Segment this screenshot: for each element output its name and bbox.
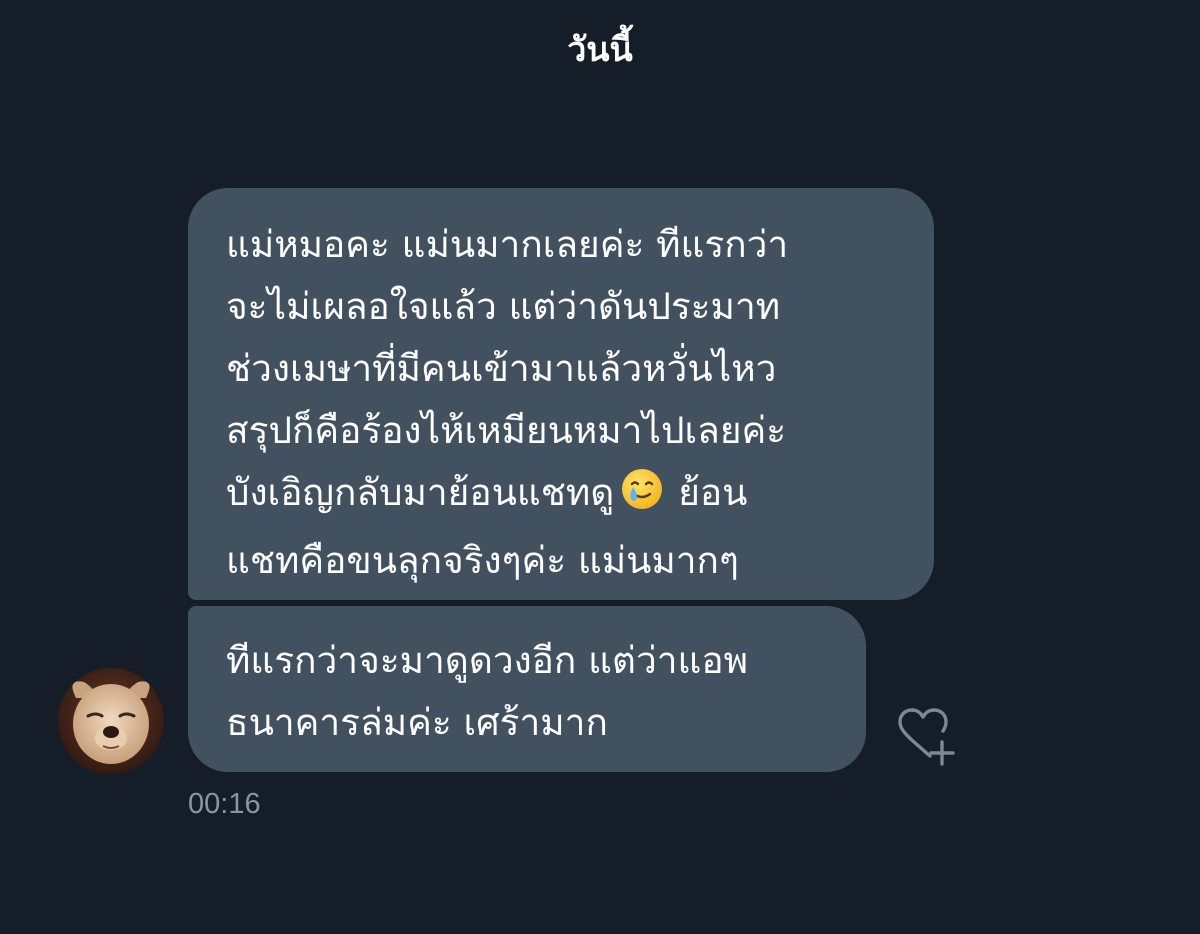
message-bubble[interactable]: แม่หมอคะ แม่นมากเลยค่ะ ทีแรกว่า จะไม่เผล… bbox=[188, 188, 934, 600]
message-line: ทีแรกว่าจะมาดูดวงอีก แต่ว่าแอพ bbox=[226, 639, 748, 682]
message-line: แม่หมอคะ แม่นมากเลยค่ะ ทีแรกว่า bbox=[226, 223, 789, 266]
day-separator: วันนี้ bbox=[567, 30, 633, 70]
message-line: จะไม่เผลอใจแล้ว แต่ว่าดันประมาท bbox=[226, 285, 781, 328]
message-line: แชทคือขนลุกจริงๆค่ะ แม่นมากๆ bbox=[226, 539, 739, 582]
message-text: ย้อน bbox=[678, 471, 748, 514]
message-line: ช่วงเมษาที่มีคนเข้ามาแล้วหวั่นไหว bbox=[226, 347, 777, 390]
message-timestamp: 00:16 bbox=[188, 788, 261, 820]
message-line: บังเอิญกลับมาย้อนแชทดู ย้อน bbox=[226, 462, 914, 530]
message-text: บังเอิญกลับมาย้อนแชทดู bbox=[226, 471, 615, 514]
heart-plus-icon bbox=[898, 708, 955, 766]
add-reaction-button[interactable] bbox=[892, 706, 964, 770]
message-bubble[interactable]: ทีแรกว่าจะมาดูดวงอีก แต่ว่าแอพ ธนาคารล่ม… bbox=[188, 606, 866, 772]
dog-avatar-icon bbox=[58, 668, 164, 774]
message-line: ธนาคารล่มค่ะ เศร้ามาก bbox=[226, 701, 608, 744]
avatar[interactable] bbox=[58, 668, 164, 774]
face-holding-back-tears-icon bbox=[620, 467, 664, 530]
message-line: สรุปก็คือร้องไห้เหมียนหมาไปเลยค่ะ bbox=[226, 409, 787, 452]
